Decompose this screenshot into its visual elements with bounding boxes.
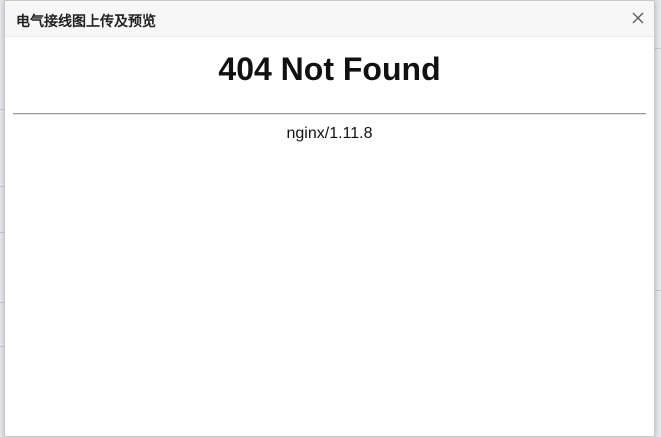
close-icon bbox=[632, 12, 644, 24]
dialog-header: 电气接线图上传及预览 bbox=[5, 1, 654, 37]
background-divider bbox=[655, 290, 661, 291]
server-signature: nginx/1.11.8 bbox=[286, 125, 373, 142]
dialog-title: 电气接线图上传及预览 bbox=[16, 14, 156, 30]
close-button[interactable] bbox=[630, 10, 646, 26]
background-divider bbox=[655, 48, 661, 49]
upload-preview-dialog: 电气接线图上传及预览 404 Not Found nginx/1.11.8 bbox=[4, 0, 655, 437]
horizontal-rule bbox=[13, 113, 646, 115]
error-heading: 404 Not Found bbox=[218, 51, 441, 87]
preview-frame: 404 Not Found nginx/1.11.8 bbox=[5, 37, 654, 436]
